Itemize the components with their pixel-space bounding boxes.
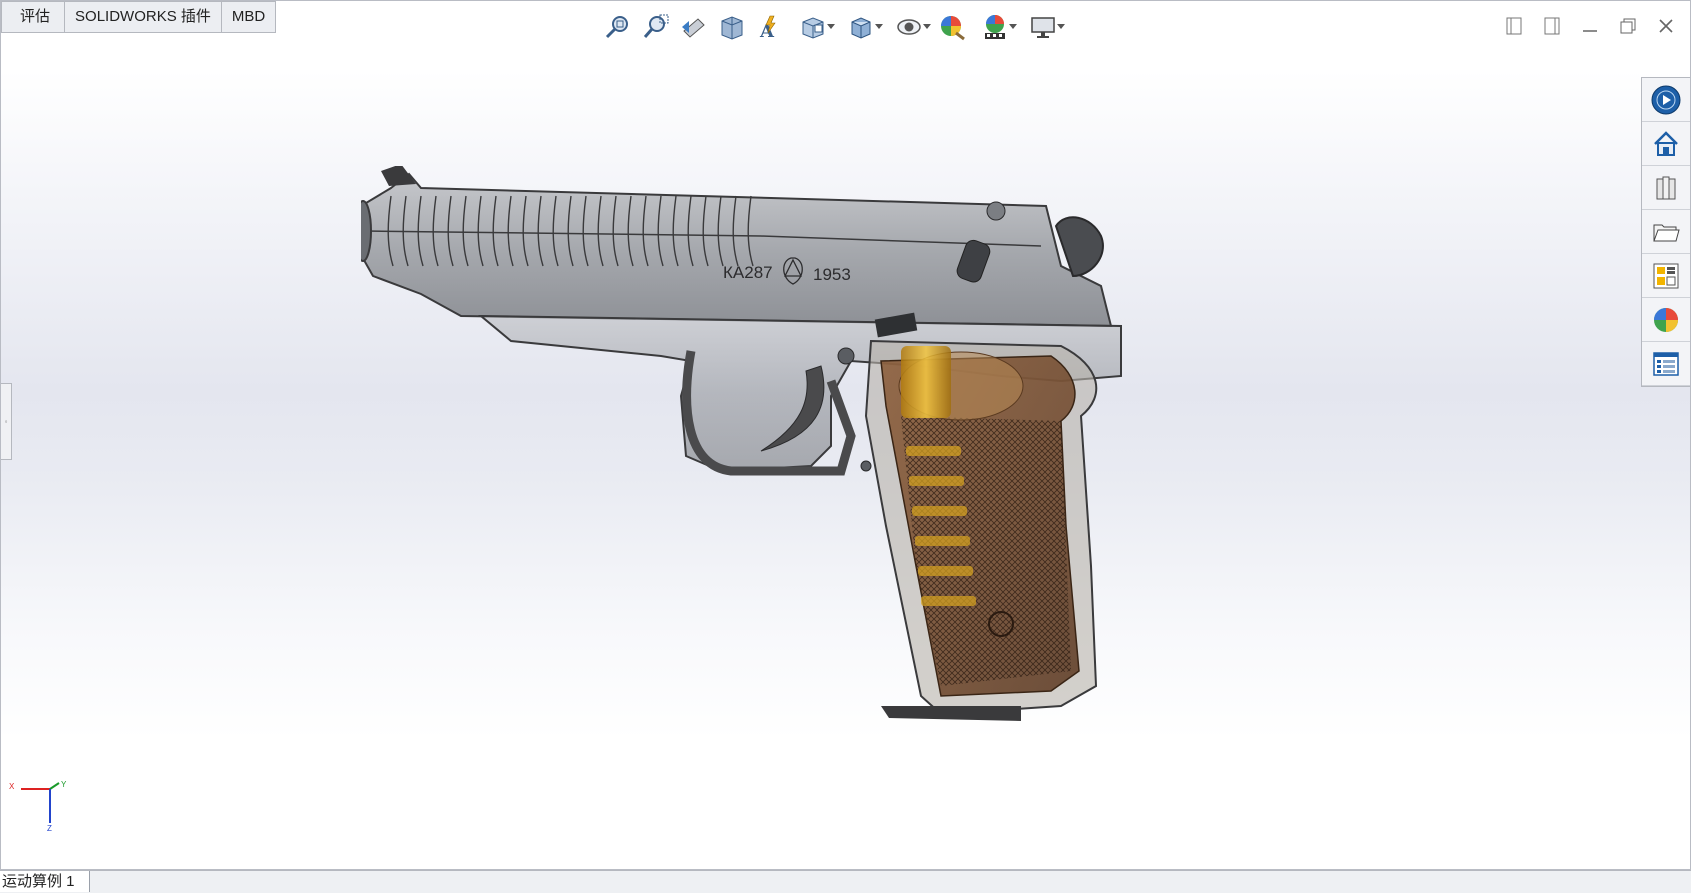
engraving-year: 1953 — [813, 265, 851, 284]
reference-triad[interactable]: X Y Z — [7, 779, 77, 849]
motion-study-tab-bar: 运动算例 1 — [0, 870, 1691, 893]
tab-solidworks-addins[interactable]: SOLIDWORKS 插件 — [65, 1, 222, 33]
pistol-model[interactable]: КА287 1953 — [361, 166, 1211, 786]
zoom-to-fit-icon[interactable] — [601, 10, 635, 44]
hide-show-items-icon[interactable] — [887, 10, 931, 44]
edit-appearance-icon[interactable] — [935, 10, 969, 44]
triad-y-label: Y — [61, 780, 67, 789]
zoom-to-area-icon[interactable] — [639, 10, 673, 44]
chevron-down-icon[interactable] — [827, 24, 835, 29]
view-orientation-icon[interactable] — [791, 10, 835, 44]
design-library-icon[interactable] — [1642, 122, 1690, 166]
feature-manager-collapse-handle[interactable]: ◦ — [1, 383, 12, 460]
apply-scene-icon[interactable] — [973, 10, 1017, 44]
tab-motion-study-1[interactable]: 运动算例 1 — [0, 871, 90, 892]
view-settings-icon[interactable] — [1021, 10, 1065, 44]
triad-z-label: Z — [47, 824, 52, 833]
chevron-down-icon[interactable] — [1009, 24, 1017, 29]
display-style-icon[interactable] — [839, 10, 883, 44]
dynamic-annotation-icon[interactable]: A — [753, 10, 787, 44]
minimize-icon[interactable] — [1574, 11, 1606, 41]
task-pane — [1641, 77, 1690, 387]
view-palette-icon[interactable] — [1642, 254, 1690, 298]
restore-icon[interactable] — [1612, 11, 1644, 41]
graphics-area[interactable]: 评估 SOLIDWORKS 插件 MBD A ◦ КА287 1953 X Y … — [0, 0, 1691, 870]
tab-mbd[interactable]: MBD — [221, 1, 277, 33]
engraving-serial: КА287 — [723, 263, 773, 282]
grip — [864, 339, 1098, 721]
section-view-icon[interactable] — [715, 10, 749, 44]
triad-x-label: X — [9, 782, 15, 791]
chevron-down-icon[interactable] — [923, 24, 931, 29]
slide — [361, 166, 1113, 328]
appearances-scenes-icon[interactable] — [1642, 298, 1690, 342]
solidworks-resources-icon[interactable] — [1642, 78, 1690, 122]
chevron-down-icon[interactable] — [1057, 24, 1065, 29]
close-icon[interactable] — [1650, 11, 1682, 41]
custom-properties-icon[interactable] — [1642, 342, 1690, 386]
file-explorer-icon[interactable] — [1642, 166, 1690, 210]
tile-left-icon[interactable] — [1498, 11, 1530, 41]
open-folder-icon[interactable] — [1642, 210, 1690, 254]
document-window-controls — [1498, 11, 1682, 41]
chevron-down-icon[interactable] — [875, 24, 883, 29]
heads-up-view-toolbar: A — [601, 9, 1065, 45]
command-manager-tabs: 评估 SOLIDWORKS 插件 MBD — [1, 1, 277, 33]
tab-evaluate[interactable]: 评估 — [1, 1, 66, 33]
previous-view-icon[interactable] — [677, 10, 711, 44]
tile-right-icon[interactable] — [1536, 11, 1568, 41]
